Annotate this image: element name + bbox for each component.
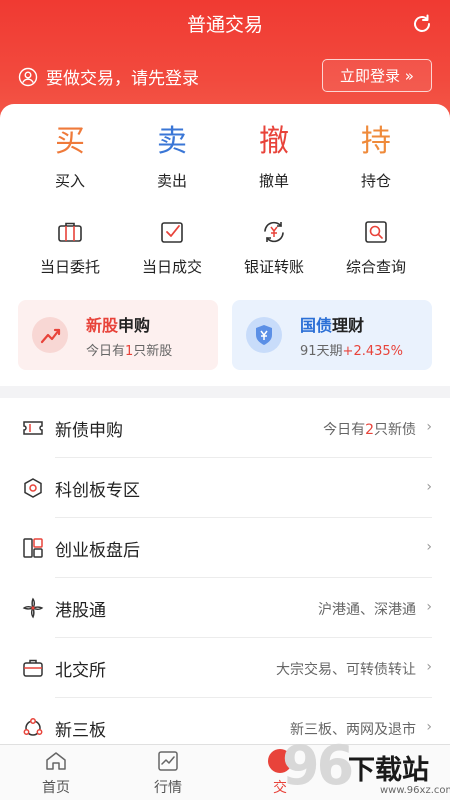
hint-suffix: 只新债 bbox=[374, 422, 416, 438]
login-prompt-text: 要做交易，请先登录 bbox=[46, 69, 199, 89]
sell-button[interactable]: 卖 卖出 bbox=[121, 122, 223, 191]
cancel-order-button[interactable]: 撤 撤单 bbox=[223, 122, 325, 191]
list-item-chinext-after-hours[interactable]: 创业板盘后 › bbox=[0, 518, 450, 578]
chevron-right-icon: › bbox=[426, 539, 432, 555]
list-item-bse[interactable]: 北交所 大宗交易、可转债转让 › bbox=[0, 638, 450, 698]
today-trades-label: 当日成交 bbox=[141, 258, 202, 276]
list-item-hint: 沪港通、深港通 bbox=[318, 602, 416, 618]
query-label: 综合查询 bbox=[345, 258, 406, 276]
service-list: 新债申购 今日有2只新债 › 科创板专区 › 创业板盘后 › 港股通 沪港通、深… bbox=[0, 398, 450, 748]
login-button[interactable]: 立即登录 » bbox=[322, 59, 432, 92]
list-item-label: 创业板盘后 bbox=[55, 541, 140, 561]
star-board-icon bbox=[24, 478, 42, 498]
today-orders-label: 当日委托 bbox=[39, 258, 100, 276]
bank-transfer-label: 银证转账 bbox=[243, 258, 304, 276]
bond-title-blue: 国债 bbox=[300, 316, 333, 335]
ipo-icon-bg bbox=[32, 317, 68, 353]
cancel-label: 撤单 bbox=[258, 172, 289, 190]
cancel-char: 撤 bbox=[259, 124, 289, 159]
ipo-subtitle: 今日有1只新股 bbox=[86, 340, 172, 359]
list-item-new-bonds[interactable]: 新债申购 今日有2只新债 › bbox=[0, 398, 450, 458]
positions-button[interactable]: 持 持仓 bbox=[325, 122, 427, 191]
today-orders-button[interactable]: 当日委托 bbox=[19, 218, 121, 277]
quick-actions: 当日委托 当日成交 银证转账 综合查询 bbox=[0, 218, 450, 277]
bond-subtitle: 91天期+2.435% bbox=[300, 340, 403, 359]
tab-market[interactable]: 行情 bbox=[112, 749, 224, 797]
login-prompt: 要做交易，请先登录 bbox=[18, 64, 199, 89]
chevron-right-icon: › bbox=[426, 479, 432, 495]
bond-sub-rate: +2.435% bbox=[342, 344, 404, 359]
bond-title-dark: 理财 bbox=[332, 316, 365, 335]
bond-icon-bg bbox=[246, 317, 282, 353]
exchange-bag-icon bbox=[23, 659, 43, 677]
bond-promo-card[interactable]: 国债理财 91天期+2.435% bbox=[232, 300, 432, 370]
briefcase-icon bbox=[58, 222, 82, 242]
ipo-title-red: 新股 bbox=[86, 316, 119, 335]
list-item-label: 新三板 bbox=[55, 721, 106, 741]
bond-sub-prefix: 91天期 bbox=[300, 344, 343, 359]
sell-label: 卖出 bbox=[156, 172, 187, 190]
buy-char: 买 bbox=[55, 124, 85, 159]
ticket-icon bbox=[23, 421, 43, 435]
bank-transfer-button[interactable]: 银证转账 bbox=[223, 218, 325, 277]
tab-market-label: 行情 bbox=[154, 780, 182, 796]
chevron-right-icon: › bbox=[426, 719, 432, 735]
bond-title: 国债理财 bbox=[300, 312, 364, 336]
yuan-shield-icon bbox=[256, 325, 272, 345]
grid-board-icon bbox=[23, 538, 43, 558]
sell-char: 卖 bbox=[157, 124, 187, 159]
trend-up-icon bbox=[40, 328, 61, 344]
refresh-icon[interactable] bbox=[410, 12, 434, 36]
list-item-hk-connect[interactable]: 港股通 沪港通、深港通 › bbox=[0, 578, 450, 638]
ipo-sub-prefix: 今日有 bbox=[86, 344, 126, 359]
page-title: 普通交易 bbox=[186, 14, 263, 36]
chart-icon bbox=[158, 751, 178, 771]
hint-prefix: 今日有 bbox=[323, 422, 366, 438]
ipo-sub-suffix: 只新股 bbox=[133, 344, 173, 359]
list-item-star-market[interactable]: 科创板专区 › bbox=[0, 458, 450, 518]
positions-char: 持 bbox=[361, 124, 391, 159]
site-watermark: 96 下载站 www.96xz.com bbox=[282, 734, 450, 800]
ipo-promo-card[interactable]: 新股申购 今日有1只新股 bbox=[18, 300, 218, 370]
list-item-hint: 大宗交易、可转债转让 bbox=[276, 662, 416, 678]
search-doc-icon bbox=[365, 221, 387, 243]
bauhinia-icon bbox=[22, 597, 44, 619]
ipo-title: 新股申购 bbox=[86, 312, 150, 336]
today-trades-button[interactable]: 当日成交 bbox=[121, 218, 223, 277]
ipo-title-dark: 申购 bbox=[118, 316, 151, 335]
chevron-right-icon: › bbox=[426, 659, 432, 675]
hint-count: 2 bbox=[365, 422, 374, 438]
chevron-right-icon: › bbox=[426, 419, 432, 435]
user-icon bbox=[18, 67, 38, 86]
list-item-label: 港股通 bbox=[55, 601, 106, 621]
positions-label: 持仓 bbox=[360, 172, 391, 190]
list-item-label: 新债申购 bbox=[55, 421, 123, 441]
watermark-text: 下载站 bbox=[348, 755, 429, 786]
trade-card: 买 买入 卖 卖出 撤 撤单 持 持仓 当日委托 当日成交 银证转账 综合查询 … bbox=[0, 104, 450, 386]
query-button[interactable]: 综合查询 bbox=[325, 218, 427, 277]
buy-label: 买入 bbox=[54, 172, 85, 190]
buy-button[interactable]: 买 买入 bbox=[19, 122, 121, 191]
tab-home-label: 首页 bbox=[42, 780, 70, 796]
network-icon bbox=[23, 718, 43, 736]
trade-actions: 买 买入 卖 卖出 撤 撤单 持 持仓 bbox=[0, 122, 450, 191]
yuan-transfer-icon bbox=[264, 221, 284, 243]
tab-home[interactable]: 首页 bbox=[0, 749, 112, 797]
list-item-label: 北交所 bbox=[55, 661, 106, 681]
list-item-hint: 今日有2只新债 bbox=[323, 419, 416, 439]
watermark-url: www.96xz.com bbox=[380, 785, 450, 796]
chevron-right-icon: › bbox=[426, 599, 432, 615]
watermark-number: 96 bbox=[282, 734, 354, 797]
list-item-label: 科创板专区 bbox=[55, 481, 140, 501]
home-icon bbox=[46, 752, 66, 770]
checkbox-icon bbox=[161, 222, 183, 243]
